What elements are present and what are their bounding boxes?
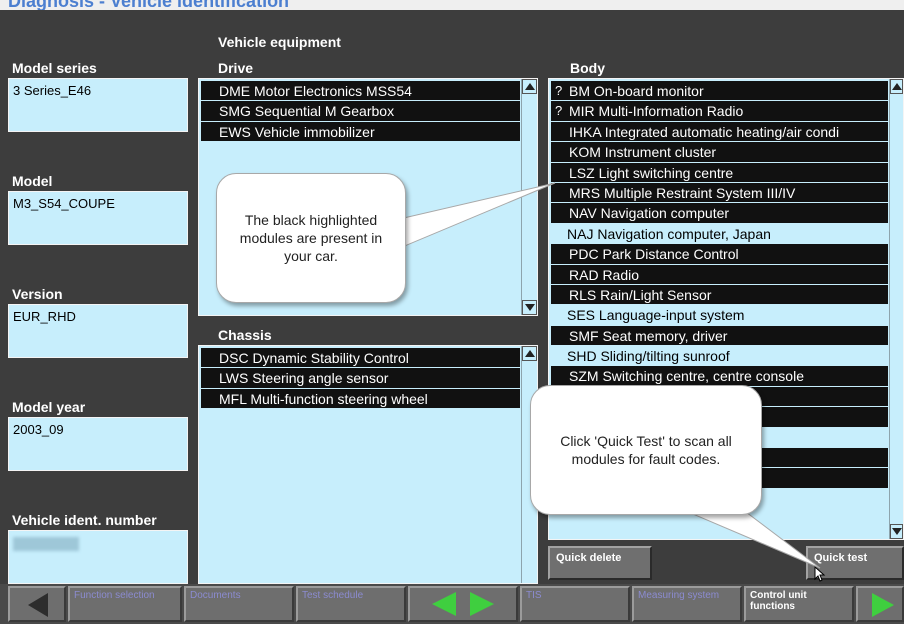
list-item[interactable]: KOM Instrument cluster — [551, 142, 888, 163]
vin-field — [8, 530, 188, 584]
list-item[interactable]: DSC Dynamic Stability Control — [201, 348, 520, 369]
chassis-list[interactable]: DSC Dynamic Stability Control LWS Steeri… — [198, 345, 538, 584]
model-year-label: Model year — [12, 399, 86, 415]
scroll-up-icon[interactable] — [890, 79, 903, 94]
list-item[interactable]: SMF Seat memory, driver — [551, 325, 888, 347]
forward-button[interactable] — [856, 586, 904, 622]
body-scrollbar[interactable] — [889, 79, 903, 539]
list-item[interactable]: NAJ Navigation computer, Japan — [549, 224, 889, 244]
list-item[interactable]: SHD Sliding/tilting sunroof — [549, 346, 889, 366]
quick-test-callout: Click 'Quick Test' to scan all modules f… — [530, 385, 762, 515]
green-right-arrow-icon[interactable] — [470, 592, 494, 616]
version-field: EUR_RHD — [8, 304, 188, 358]
scroll-down-icon[interactable] — [522, 300, 537, 315]
scroll-down-icon[interactable] — [890, 524, 903, 539]
modules-callout: The black highlighted modules are presen… — [216, 173, 406, 303]
model-series-label: Model series — [12, 60, 97, 76]
vin-label: Vehicle ident. number — [12, 512, 157, 528]
triangle-left-icon — [28, 593, 48, 617]
measuring-system-button[interactable]: Measuring system — [632, 586, 742, 622]
tis-button[interactable]: TIS — [520, 586, 630, 622]
list-item[interactable]: RAD Radio — [551, 264, 888, 285]
list-item[interactable]: RLS Rain/Light Sensor — [551, 284, 888, 306]
chassis-label: Chassis — [218, 327, 272, 343]
list-item[interactable]: IHKA Integrated automatic heating/air co… — [551, 121, 888, 143]
documents-button[interactable]: Documents — [184, 586, 294, 622]
function-selection-button[interactable]: Function selection — [68, 586, 182, 622]
vehicle-equipment-heading: Vehicle equipment — [218, 34, 341, 50]
test-schedule-button[interactable]: Test schedule — [296, 586, 406, 622]
list-item[interactable]: MFL Multi-function steering wheel — [201, 388, 520, 410]
model-year-field: 2003_09 — [8, 417, 188, 471]
list-item[interactable]: EWS Vehicle immobilizer — [201, 121, 520, 143]
green-left-arrow-icon[interactable] — [432, 592, 456, 616]
list-item[interactable]: ? BM On-board monitor — [551, 81, 888, 102]
list-item[interactable]: SMG Sequential M Gearbox — [201, 101, 520, 122]
quick-delete-button[interactable]: Quick delete — [548, 546, 652, 580]
model-label: Model — [12, 173, 53, 189]
unknown-status-icon: ? — [555, 103, 563, 119]
list-item[interactable]: LWS Steering angle sensor — [201, 368, 520, 389]
drive-rows: DME Motor Electronics MSS54 SMG Sequenti… — [199, 79, 521, 143]
arrow-nav-group — [408, 586, 518, 622]
chassis-rows: DSC Dynamic Stability Control LWS Steeri… — [199, 346, 521, 410]
control-unit-functions-button[interactable]: Control unit functions — [744, 586, 854, 622]
vin-redacted — [13, 537, 79, 551]
list-item[interactable]: MRS Multiple Restraint System III/IV — [551, 182, 888, 204]
version-label: Version — [12, 286, 63, 302]
scroll-up-icon[interactable] — [522, 79, 537, 94]
list-item[interactable]: LSZ Light switching centre — [551, 162, 888, 183]
model-series-field: 3 Series_E46 — [8, 78, 188, 132]
list-item[interactable]: DME Motor Electronics MSS54 — [201, 81, 520, 102]
list-item[interactable]: ? MIR Multi-Information Radio — [551, 101, 888, 122]
callout-tail — [395, 182, 556, 251]
drive-label: Drive — [218, 60, 254, 76]
list-item[interactable]: SZM Switching centre, centre console — [551, 366, 888, 387]
back-button[interactable] — [8, 586, 66, 622]
scroll-up-icon[interactable] — [522, 346, 537, 361]
title-bar: Diagnosis - Vehicle identification — [0, 0, 904, 10]
list-item[interactable]: NAV Navigation computer — [551, 203, 888, 224]
list-item[interactable]: SES Language-input system — [549, 305, 889, 325]
body-label: Body — [570, 60, 605, 76]
model-field: M3_S54_COUPE — [8, 191, 188, 245]
unknown-status-icon: ? — [555, 83, 563, 98]
window-title: Diagnosis - Vehicle identification — [8, 0, 290, 10]
green-right-arrow-icon — [872, 593, 894, 617]
list-item[interactable]: PDC Park Distance Control — [551, 244, 888, 265]
